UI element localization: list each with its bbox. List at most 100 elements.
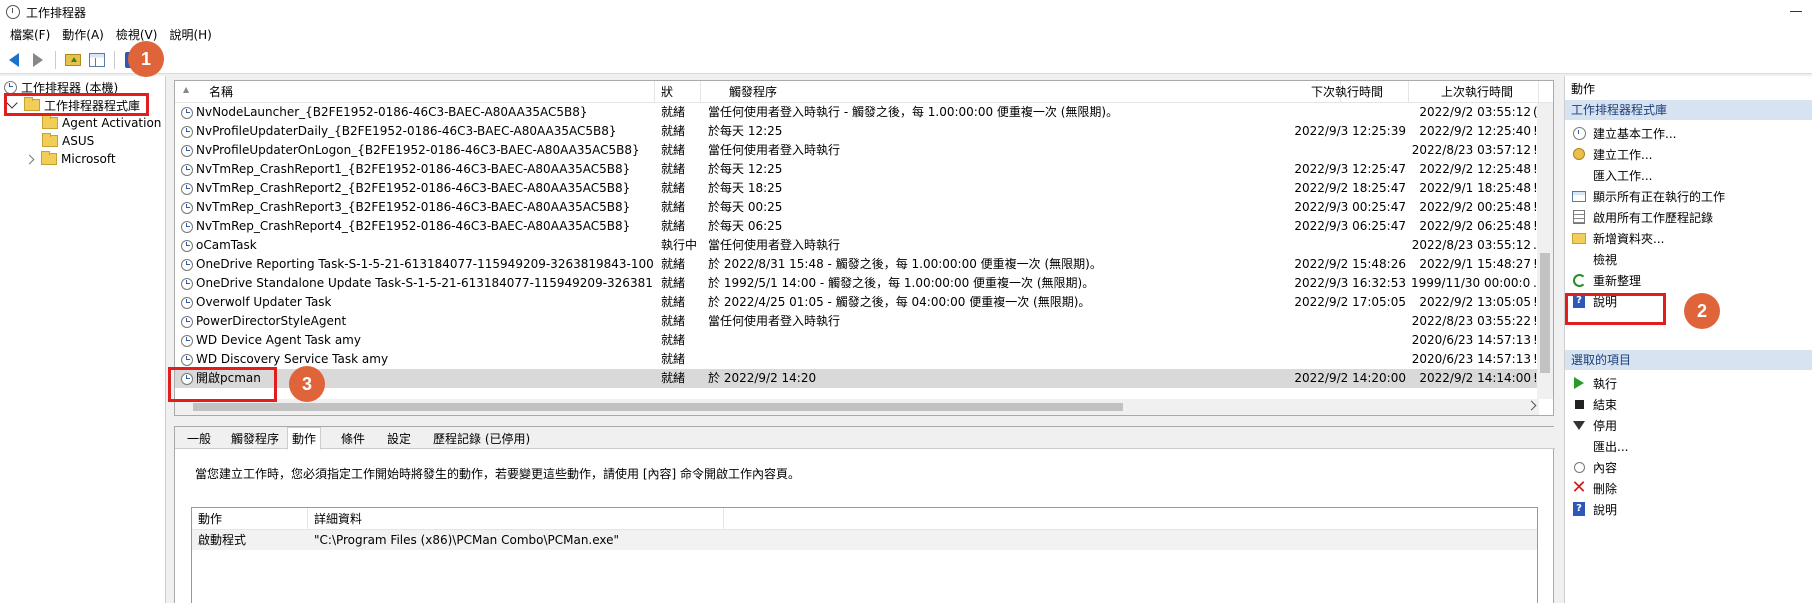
forward-button[interactable] — [28, 50, 48, 70]
scroll-thumb[interactable] — [1540, 253, 1550, 373]
action-item[interactable]: 執行 — [1565, 372, 1812, 394]
task-last-run: 2022/9/2 03:55:12 — [1419, 105, 1531, 119]
task-status: 就緒 — [661, 105, 686, 119]
task-row[interactable]: NvNodeLauncher_{B2FE1952-0186-46C3-BAEC-… — [175, 103, 1539, 122]
task-name: OneDrive Standalone Update Task-S-1-5-21… — [181, 274, 653, 293]
menu-file[interactable]: 檔案(F) — [4, 24, 56, 46]
task-next-run: 2022/9/3 00:25:47 — [1294, 200, 1406, 214]
tree-item-agent-activation[interactable]: Agent Activation R — [42, 114, 165, 132]
annotation-highlight-refresh — [1565, 293, 1666, 325]
section-selected-item[interactable]: 選取的項目 — [1565, 350, 1812, 370]
task-next-run — [1288, 103, 1406, 122]
column-header-next-run[interactable]: 下次執行時間 — [1281, 81, 1409, 103]
task-row[interactable]: Overwolf Updater Task 就緒 於 2022/4/25 01:05… — [175, 293, 1539, 312]
action-item[interactable]: 匯出... — [1565, 435, 1812, 457]
task-row[interactable]: NvTmRep_CrashReport3_{B2FE1952-0186-46C3… — [175, 198, 1539, 217]
action-item[interactable]: 新增資料夾... — [1565, 227, 1812, 249]
task-trigger: 於每天 00:25 — [708, 200, 783, 214]
folder-up-icon — [65, 53, 81, 66]
task-row[interactable]: 開啟pcman 就緒於 2022/9/2 14:20 2022/9/2 14:20:… — [175, 369, 1539, 388]
action-row[interactable]: 啟動程式 "C:\Program Files (x86)\PCMan Combo… — [192, 530, 1537, 550]
action-item[interactable]: 建立基本工作... — [1565, 122, 1812, 144]
refresh-icon — [1572, 273, 1586, 287]
tab-actions[interactable]: 動作 — [287, 427, 322, 450]
tab-settings[interactable]: 設定 — [383, 429, 415, 449]
task-row[interactable]: OneDrive Standalone Update Task-S-1-5-21… — [175, 274, 1539, 293]
task-row[interactable]: NvProfileUpdaterDaily_{B2FE1952-0186-46C… — [175, 122, 1539, 141]
task-name-text: OneDrive Standalone Update Task-S-1-5-21… — [196, 276, 653, 290]
action-item[interactable]: 顯示所有正在執行的工作 — [1565, 185, 1812, 207]
task-next-run — [1288, 312, 1406, 331]
task-name: oCamTask — [181, 236, 653, 255]
properties-icon — [1565, 456, 1593, 478]
task-row[interactable]: NvTmRep_CrashReport2_{B2FE1952-0186-46C3… — [175, 179, 1539, 198]
horizontal-scrollbar[interactable] — [175, 399, 1539, 415]
section-library[interactable]: 工作排程器程式庫 — [1565, 100, 1812, 120]
action-item[interactable]: 結束 — [1565, 393, 1812, 415]
properties-icon — [1573, 461, 1585, 473]
task-row[interactable]: OneDrive Reporting Task-S-1-5-21-6131840… — [175, 255, 1539, 274]
folder-icon — [42, 115, 58, 129]
task-status: 就緒 — [661, 181, 686, 195]
column-header-last-run[interactable]: 上次執行時間 — [1409, 81, 1539, 103]
tab-general[interactable]: 一般 — [183, 429, 215, 449]
minimize-button[interactable] — [1790, 4, 1804, 18]
task-clock-icon — [181, 353, 193, 366]
task-trigger: 於 2022/8/31 15:48 - 觸發之後，每 1.00:00:00 便重… — [708, 257, 1102, 271]
scroll-right-icon[interactable] — [1526, 400, 1537, 411]
task-row[interactable]: oCamTask 執行中 當任何使用者登入時執行 2022/8/23 03:55:12… — [175, 236, 1539, 255]
task-row[interactable]: WD Discovery Service Task amy 就緒 2020/6/23… — [175, 350, 1539, 369]
tree-item-asus[interactable]: ASUS — [42, 132, 94, 150]
action-item[interactable]: 建立工作... — [1565, 143, 1812, 165]
task-name-text: PowerDirectorStyleAgent — [196, 314, 347, 328]
show-hide-console-tree-button[interactable] — [87, 50, 107, 70]
menu-action[interactable]: 動作(A) — [56, 24, 110, 46]
column-header-triggers[interactable]: 觸發程序 — [701, 81, 1341, 103]
task-last-run: 2022/9/2 14:14:00 — [1419, 371, 1531, 385]
column-header-action[interactable]: 動作 — [192, 508, 308, 530]
blank-icon — [1565, 164, 1593, 186]
menu-help[interactable]: 說明(H) — [163, 24, 217, 46]
action-item[interactable]: 停用 — [1565, 414, 1812, 436]
vertical-scrollbar[interactable] — [1537, 103, 1553, 399]
column-header-name[interactable]: 名稱 — [175, 81, 655, 103]
action-item-label: 檢視 — [1593, 252, 1618, 267]
expand-chevron-icon[interactable] — [24, 154, 35, 164]
action-item[interactable]: 重新整理 — [1565, 269, 1812, 291]
action-item[interactable]: ? 說明 — [1565, 498, 1812, 520]
task-next-run: 2022/9/3 12:25:47 — [1294, 162, 1406, 176]
scroll-thumb[interactable] — [193, 403, 1123, 411]
task-row[interactable]: NvTmRep_CrashReport4_{B2FE1952-0186-46C3… — [175, 217, 1539, 236]
task-row[interactable]: WD Device Agent Task amy 就緒 2020/6/23 14:5… — [175, 331, 1539, 350]
action-item[interactable]: ✕ 刪除 — [1565, 477, 1812, 499]
tab-conditions[interactable]: 條件 — [337, 429, 369, 449]
folder-icon — [41, 151, 57, 165]
wizard-icon — [1572, 126, 1586, 140]
column-header-status[interactable]: 狀 — [655, 81, 701, 103]
new-folder-icon — [1565, 227, 1593, 249]
task-row[interactable]: PowerDirectorStyleAgent 就緒 當任何使用者登入時執行 2022… — [175, 312, 1539, 331]
tab-history[interactable]: 歷程記錄 (已停用) — [429, 429, 534, 449]
action-item[interactable]: 內容 — [1565, 456, 1812, 478]
tree-item-microsoft[interactable]: Microsoft — [24, 150, 116, 168]
blank-icon — [1565, 435, 1593, 457]
annotation-highlight-library — [4, 93, 149, 116]
task-row[interactable]: NvTmRep_CrashReport1_{B2FE1952-0186-46C3… — [175, 160, 1539, 179]
action-item[interactable]: 啟用所有工作歷程記錄 — [1565, 206, 1812, 228]
new-task-icon — [1573, 148, 1585, 160]
console-tree: 工作排程器 (本機) 工作排程器程式庫 Agent Activation R A… — [0, 76, 166, 603]
task-trigger: 於 2022/4/25 01:05 - 觸發之後，每 04:00:00 便重複一… — [708, 295, 1091, 309]
column-header-details[interactable]: 詳細資料 — [308, 508, 724, 530]
action-item[interactable]: 檢視 — [1565, 248, 1812, 270]
back-button[interactable] — [4, 50, 24, 70]
action-item[interactable]: 匯入工作... — [1565, 164, 1812, 186]
tab-triggers[interactable]: 觸發程序 — [227, 429, 283, 449]
action-item-label: 說明 — [1593, 502, 1618, 517]
task-name-text: NvNodeLauncher_{B2FE1952-0186-46C3-BAEC-… — [196, 105, 588, 119]
running-tasks-icon — [1565, 185, 1593, 207]
task-name: NvTmRep_CrashReport2_{B2FE1952-0186-46C3… — [181, 179, 653, 198]
task-next-run — [1288, 331, 1406, 350]
up-level-button[interactable] — [63, 50, 83, 70]
task-last-run: 1999/11/30 00:00:00 — [1411, 276, 1531, 290]
task-row[interactable]: NvProfileUpdaterOnLogon_{B2FE1952-0186-4… — [175, 141, 1539, 160]
